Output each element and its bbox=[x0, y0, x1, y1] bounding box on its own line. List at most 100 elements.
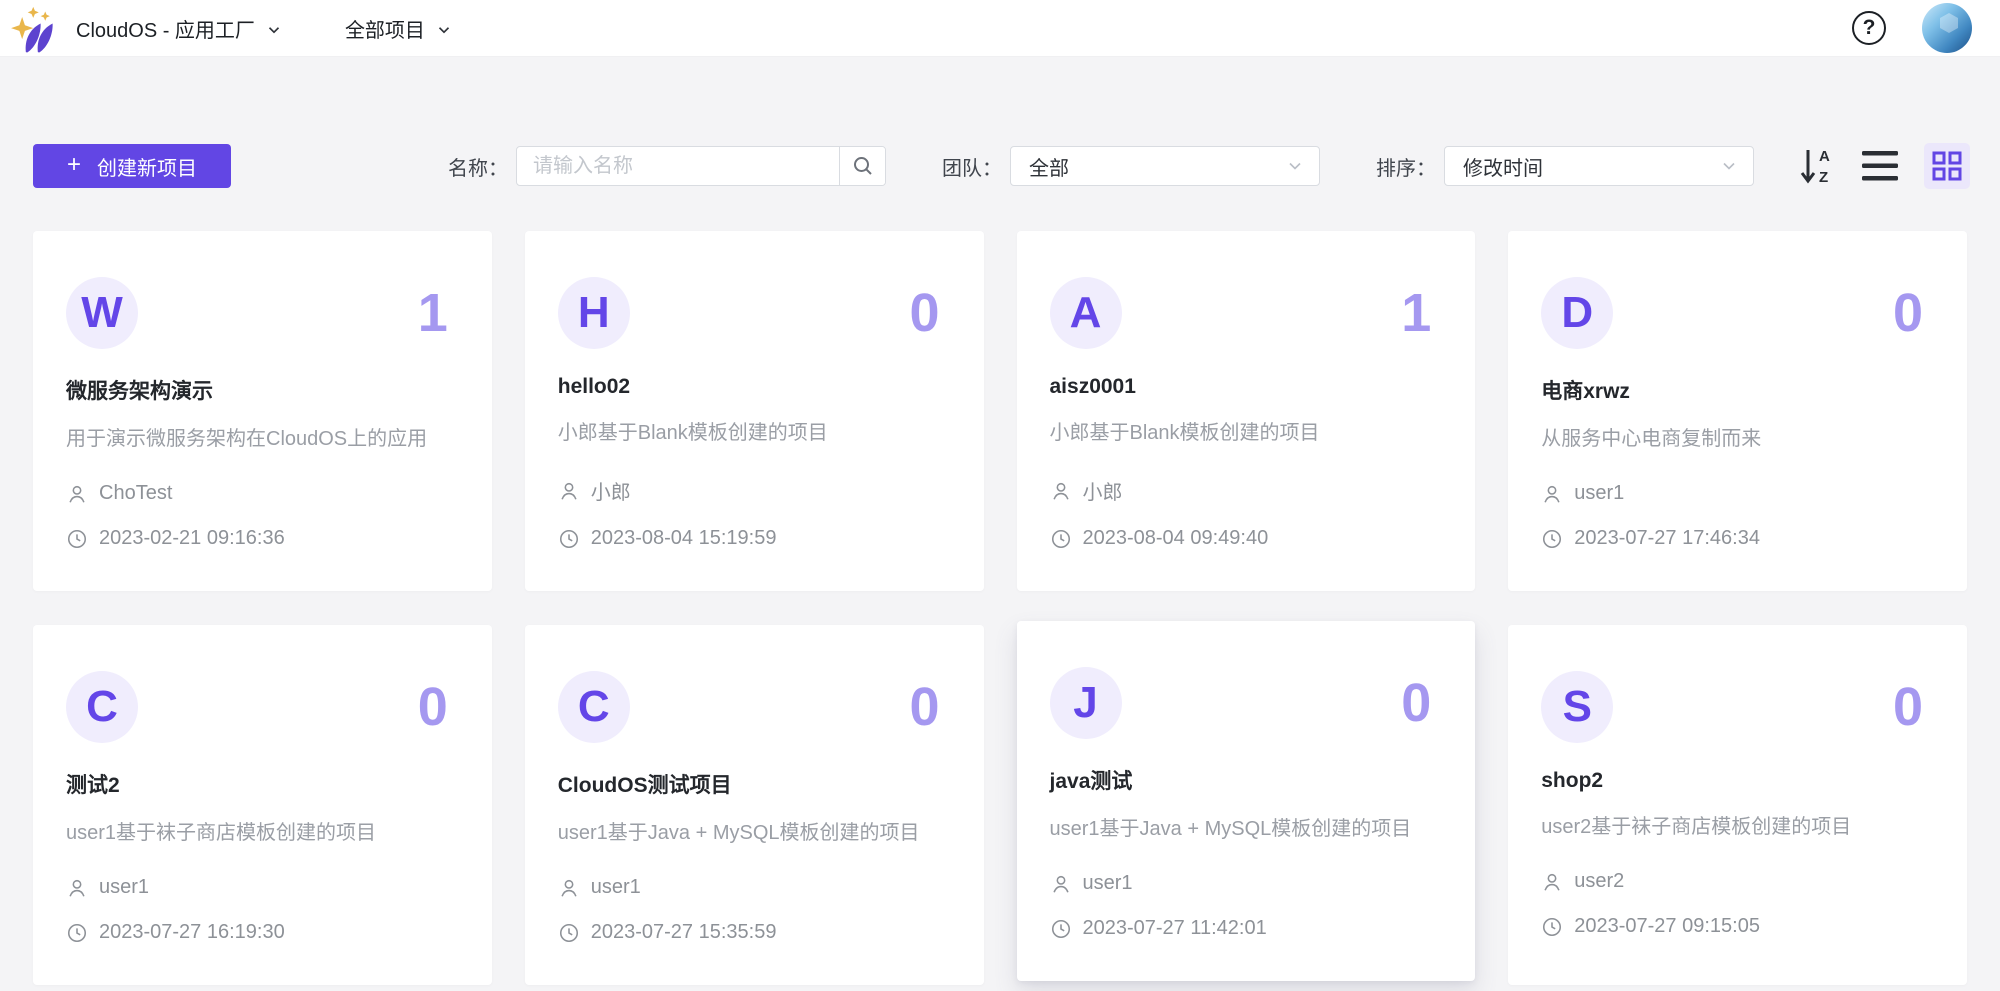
project-app-count: 1 bbox=[1401, 286, 1431, 340]
project-card[interactable]: A 1 aisz0001 小郎基于Blank模板创建的项目 小郎 2023-08… bbox=[1017, 231, 1476, 591]
project-app-count: 0 bbox=[1893, 286, 1923, 340]
clock-icon bbox=[1541, 916, 1563, 938]
project-app-count: 0 bbox=[909, 680, 939, 734]
toolbar: + 创建新项目 名称： 团队： 全部 排序： 修改时间 bbox=[33, 144, 1970, 188]
project-title: 测试2 bbox=[66, 769, 448, 799]
search-icon bbox=[851, 154, 875, 178]
project-card[interactable]: C 0 CloudOS测试项目 user1基于Java + MySQL模板创建的… bbox=[525, 625, 984, 985]
project-app-count: 0 bbox=[909, 286, 939, 340]
project-avatar-letter: S bbox=[1563, 685, 1592, 729]
project-card[interactable]: C 0 测试2 user1基于袜子商店模板创建的项目 user1 2023-07… bbox=[33, 625, 492, 985]
app-title: CloudOS - 应用工厂 bbox=[76, 14, 255, 43]
project-card[interactable]: H 0 hello02 小郎基于Blank模板创建的项目 小郎 2023-08-… bbox=[525, 231, 984, 591]
clock-icon bbox=[1050, 918, 1072, 940]
list-view-icon bbox=[1860, 149, 1900, 183]
user-icon bbox=[558, 877, 580, 899]
project-avatar: W bbox=[66, 277, 138, 349]
chevron-down-icon bbox=[1285, 156, 1305, 176]
project-updated-time: 2023-08-04 09:49:40 bbox=[1083, 527, 1269, 550]
project-description: user1基于袜子商店模板创建的项目 bbox=[66, 816, 448, 845]
project-avatar: S bbox=[1541, 671, 1613, 743]
chevron-down-icon bbox=[1719, 156, 1739, 176]
project-card[interactable]: J 0 java测试 user1基于Java + MySQL模板创建的项目 us… bbox=[1017, 621, 1476, 981]
project-card[interactable]: D 0 电商xrwz 从服务中心电商复制而来 user1 2023-07-27 … bbox=[1508, 231, 1967, 591]
project-title: aisz0001 bbox=[1050, 375, 1432, 399]
project-description: 从服务中心电商复制而来 bbox=[1541, 422, 1923, 451]
clock-icon bbox=[558, 528, 580, 550]
project-description: user1基于Java + MySQL模板创建的项目 bbox=[558, 816, 940, 845]
project-description: 小郎基于Blank模板创建的项目 bbox=[558, 416, 940, 445]
project-title: 电商xrwz bbox=[1541, 375, 1923, 405]
user-icon bbox=[1541, 483, 1563, 505]
cloudos-logo-icon bbox=[10, 5, 62, 53]
grid-view-icon bbox=[1931, 150, 1963, 182]
project-avatar: C bbox=[66, 671, 138, 743]
project-app-count: 0 bbox=[418, 680, 448, 734]
project-avatar-letter: J bbox=[1073, 681, 1097, 725]
project-updated-time: 2023-07-27 09:15:05 bbox=[1574, 915, 1760, 938]
user-icon bbox=[558, 480, 580, 502]
top-header: CloudOS - 应用工厂 全部项目 ? bbox=[0, 0, 2000, 57]
plus-icon: + bbox=[67, 153, 81, 177]
project-updated-time: 2023-07-27 17:46:34 bbox=[1574, 527, 1760, 550]
project-app-count: 0 bbox=[1401, 676, 1431, 730]
chevron-down-icon bbox=[265, 21, 283, 39]
project-updated-time: 2023-07-27 16:19:30 bbox=[99, 921, 285, 944]
project-filter-dropdown[interactable]: 全部项目 bbox=[345, 14, 453, 43]
clock-icon bbox=[1541, 528, 1563, 550]
project-avatar: A bbox=[1050, 277, 1122, 349]
project-title: CloudOS测试项目 bbox=[558, 769, 940, 799]
project-avatar-letter: C bbox=[578, 685, 610, 729]
project-card[interactable]: W 1 微服务架构演示 用于演示微服务架构在CloudOS上的应用 ChoTes… bbox=[33, 231, 492, 591]
project-title: hello02 bbox=[558, 375, 940, 399]
sort-alphabetical-button[interactable]: A Z bbox=[1800, 146, 1836, 186]
create-project-button[interactable]: + 创建新项目 bbox=[33, 144, 231, 188]
sort-select[interactable]: 修改时间 bbox=[1444, 146, 1754, 186]
team-select[interactable]: 全部 bbox=[1010, 146, 1320, 186]
project-description: user2基于袜子商店模板创建的项目 bbox=[1541, 810, 1923, 839]
svg-text:Z: Z bbox=[1819, 169, 1828, 186]
clock-icon bbox=[66, 528, 88, 550]
user-icon bbox=[1541, 871, 1563, 893]
user-icon bbox=[1050, 873, 1072, 895]
clock-icon bbox=[1050, 528, 1072, 550]
project-owner: user1 bbox=[591, 876, 641, 899]
project-owner: user1 bbox=[1574, 482, 1624, 505]
sort-select-value: 修改时间 bbox=[1463, 152, 1719, 181]
search-button[interactable] bbox=[839, 147, 885, 185]
sort-az-icon: A Z bbox=[1800, 146, 1836, 186]
user-avatar[interactable] bbox=[1922, 3, 1972, 53]
project-owner: 小郎 bbox=[591, 476, 631, 505]
project-description: 小郎基于Blank模板创建的项目 bbox=[1050, 416, 1432, 445]
list-view-button[interactable] bbox=[1860, 149, 1900, 183]
project-avatar-letter: D bbox=[1561, 291, 1593, 335]
team-filter-label: 团队： bbox=[942, 152, 1002, 181]
name-filter-label: 名称： bbox=[448, 152, 508, 181]
project-avatar: H bbox=[558, 277, 630, 349]
project-avatar: J bbox=[1050, 667, 1122, 739]
project-card[interactable]: S 0 shop2 user2基于袜子商店模板创建的项目 user2 2023-… bbox=[1508, 625, 1967, 985]
project-updated-time: 2023-02-21 09:16:36 bbox=[99, 527, 285, 550]
project-owner: user1 bbox=[1083, 872, 1133, 895]
clock-icon bbox=[66, 922, 88, 944]
user-icon bbox=[1050, 480, 1072, 502]
user-icon bbox=[66, 483, 88, 505]
clock-icon bbox=[558, 922, 580, 944]
help-icon[interactable]: ? bbox=[1852, 11, 1886, 45]
project-avatar-letter: C bbox=[86, 685, 118, 729]
name-search-input[interactable] bbox=[517, 147, 839, 185]
project-avatar-letter: A bbox=[1070, 291, 1102, 335]
project-updated-time: 2023-07-27 11:42:01 bbox=[1083, 917, 1267, 940]
help-glyph: ? bbox=[1863, 16, 1876, 40]
app-switcher[interactable]: CloudOS - 应用工厂 bbox=[76, 14, 283, 43]
project-description: 用于演示微服务架构在CloudOS上的应用 bbox=[66, 422, 448, 451]
project-owner: 小郎 bbox=[1083, 476, 1123, 505]
project-title: shop2 bbox=[1541, 769, 1923, 793]
project-app-count: 0 bbox=[1893, 680, 1923, 734]
project-owner: user1 bbox=[99, 876, 149, 899]
grid-view-button[interactable] bbox=[1924, 143, 1970, 189]
project-updated-time: 2023-08-04 15:19:59 bbox=[591, 527, 777, 550]
project-avatar: C bbox=[558, 671, 630, 743]
name-search-box bbox=[516, 146, 886, 186]
project-app-count: 1 bbox=[418, 286, 448, 340]
